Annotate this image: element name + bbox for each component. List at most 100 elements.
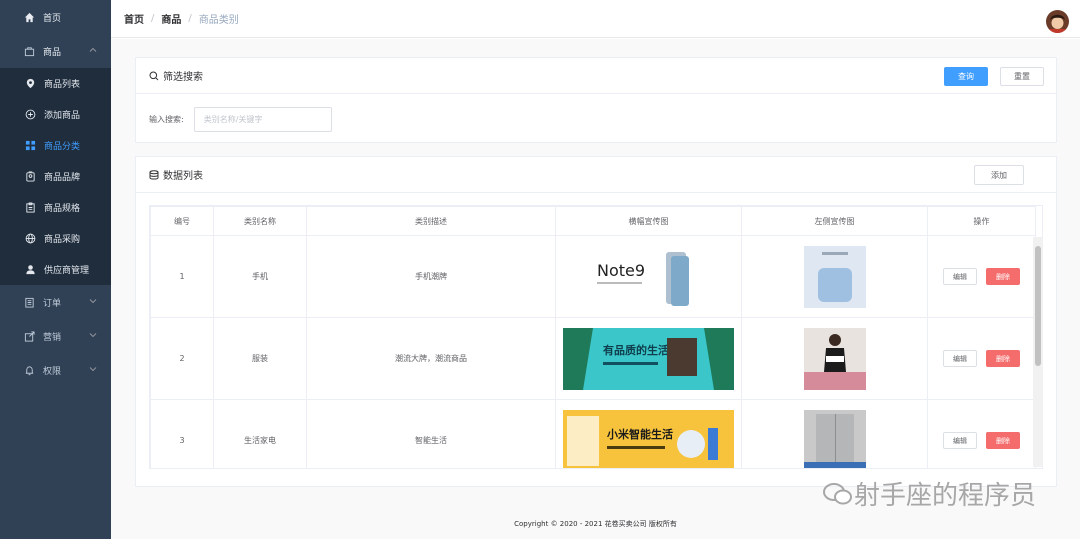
- side-image: [803, 409, 866, 468]
- sidebar: 首页 商品 商品列表 添加商品 商品分类 商品品牌 商品规格 商品采购 供应商管…: [0, 0, 111, 539]
- breadcrumb-current: 商品类别: [198, 15, 239, 26]
- breadcrumb: 首页 / 商品 / 商品类别: [124, 11, 239, 26]
- search-input[interactable]: 类别名称/关键字: [193, 107, 332, 132]
- cell-banner: 有品质的生活: [555, 317, 742, 400]
- column-header: 操作: [927, 206, 1036, 236]
- sidebar-item-label: 商品列表: [44, 80, 81, 90]
- column-header: 横幅宣传图: [555, 206, 742, 236]
- column-header: 类别描述: [306, 206, 556, 236]
- grid-icon: [24, 140, 36, 152]
- cell-name: 服装: [213, 317, 307, 400]
- edit-button[interactable]: 编辑: [943, 350, 977, 367]
- sidebar-item-goods[interactable]: 商品: [0, 34, 111, 68]
- search-row: 输入搜索: 类别名称/关键字: [149, 107, 332, 132]
- sidebar-item-goods-list[interactable]: 商品列表: [0, 68, 111, 99]
- home-icon: [23, 11, 35, 23]
- filter-card-header: 筛选搜索 查询 重置: [136, 58, 1056, 94]
- edit-button[interactable]: 编辑: [943, 268, 977, 285]
- sidebar-item-label: 商品: [43, 47, 62, 58]
- sidebar-item-label: 添加商品: [44, 111, 81, 121]
- top-header: 首页 / 商品 / 商品类别: [111, 0, 1080, 38]
- cell-id: 3: [150, 399, 214, 468]
- side-image: [803, 327, 866, 390]
- banner-text: Note9: [597, 261, 645, 280]
- cell-desc: 智能生活: [306, 399, 556, 468]
- breadcrumb-separator: /: [151, 13, 155, 24]
- cell-desc: 手机潮牌: [306, 235, 556, 318]
- cell-id: 2: [150, 317, 214, 400]
- filter-card: 筛选搜索 查询 重置 输入搜索: 类别名称/关键字: [135, 57, 1057, 143]
- avatar[interactable]: [1046, 10, 1069, 33]
- sidebar-item-label: 营销: [43, 332, 62, 343]
- breadcrumb-home[interactable]: 首页: [124, 11, 144, 26]
- scrollbar-thumb[interactable]: [1035, 246, 1041, 366]
- cell-side-image: [741, 317, 928, 400]
- sidebar-item-home[interactable]: 首页: [0, 0, 111, 34]
- sidebar-item-permissions[interactable]: 权限: [0, 353, 111, 387]
- sidebar-item-orders[interactable]: 订单: [0, 285, 111, 319]
- query-button[interactable]: 查询: [944, 67, 988, 86]
- sidebar-item-goods-category[interactable]: 商品分类: [0, 130, 111, 161]
- database-icon: [149, 169, 159, 180]
- plus-circle-icon: [24, 109, 36, 121]
- document-icon: [23, 296, 35, 308]
- chevron-down-icon: [89, 365, 97, 373]
- bag-icon: [23, 45, 35, 57]
- location-pin-icon: [24, 78, 36, 90]
- chevron-down-icon: [89, 297, 97, 305]
- banner-text: 小米智能生活: [606, 427, 673, 441]
- sidebar-item-supplier[interactable]: 供应商管理: [0, 254, 111, 285]
- sidebar-item-label: 权限: [43, 366, 62, 377]
- breadcrumb-goods[interactable]: 商品: [161, 11, 181, 26]
- side-image: [803, 245, 866, 308]
- sidebar-item-goods-brand[interactable]: 商品品牌: [0, 161, 111, 192]
- delete-button[interactable]: 删除: [986, 268, 1020, 285]
- banner-image: 有品质的生活: [563, 327, 734, 390]
- sidebar-item-label: 订单: [43, 298, 62, 309]
- banner-image: Note9: [563, 245, 734, 308]
- table-row: 3 生活家电 智能生活 小米智能生活 编辑 删除: [150, 399, 1036, 468]
- watermark: 射手座的程序员: [822, 475, 1036, 512]
- cell-side-image: [741, 399, 928, 468]
- breadcrumb-separator: /: [188, 13, 192, 24]
- badge-icon: [24, 171, 36, 183]
- sidebar-item-label: 商品分类: [44, 142, 81, 152]
- sidebar-item-label: 供应商管理: [44, 266, 90, 276]
- table-row: 1 手机 手机潮牌 Note9 编辑 删除: [150, 235, 1036, 318]
- sidebar-item-add-goods[interactable]: 添加商品: [0, 99, 111, 130]
- category-table: 编号 类别名称 类别描述 横幅宣传图 左侧宣传图 操作 1 手机 手机潮牌 No…: [149, 205, 1043, 469]
- column-header: 类别名称: [213, 206, 307, 236]
- search-placeholder: 类别名称/关键字: [203, 115, 263, 124]
- cell-operations: 编辑 删除: [927, 317, 1036, 400]
- sidebar-item-label: 商品品牌: [44, 173, 81, 183]
- delete-button[interactable]: 删除: [986, 350, 1020, 367]
- add-button[interactable]: 添加: [974, 165, 1024, 185]
- cell-side-image: [741, 235, 928, 318]
- goods-submenu: 商品列表 添加商品 商品分类 商品品牌 商品规格 商品采购 供应商管理: [0, 68, 111, 285]
- delete-button[interactable]: 删除: [986, 432, 1020, 449]
- search-icon: [149, 71, 159, 81]
- edit-button[interactable]: 编辑: [943, 432, 977, 449]
- sidebar-item-goods-purchase[interactable]: 商品采购: [0, 223, 111, 254]
- sidebar-item-goods-spec[interactable]: 商品规格: [0, 192, 111, 223]
- table-scrollbar[interactable]: [1033, 237, 1043, 467]
- search-label: 输入搜索:: [149, 115, 184, 124]
- table-row: 2 服装 潮流大牌，潮流商品 有品质的生活 编辑 删除: [150, 317, 1036, 400]
- banner-image: 小米智能生活: [563, 409, 734, 468]
- globe-icon: [24, 233, 36, 245]
- column-header: 左侧宣传图: [741, 206, 928, 236]
- sidebar-item-marketing[interactable]: 营销: [0, 319, 111, 353]
- sidebar-item-label: 商品采购: [44, 235, 81, 245]
- watermark-text: 射手座的程序员: [854, 481, 1037, 511]
- filter-title: 筛选搜索: [163, 72, 203, 83]
- cell-banner: Note9: [555, 235, 742, 318]
- share-icon: [23, 330, 35, 342]
- reset-button[interactable]: 重置: [1000, 67, 1044, 86]
- list-title: 数据列表: [163, 171, 203, 182]
- clipboard-icon: [24, 202, 36, 214]
- sidebar-item-label: 首页: [43, 13, 62, 24]
- user-icon: [24, 264, 36, 276]
- cell-name: 生活家电: [213, 399, 307, 468]
- list-card: 数据列表 添加 编号 类别名称 类别描述 横幅宣传图 左侧宣传图 操作 1 手机…: [135, 156, 1057, 487]
- cell-desc: 潮流大牌，潮流商品: [306, 317, 556, 400]
